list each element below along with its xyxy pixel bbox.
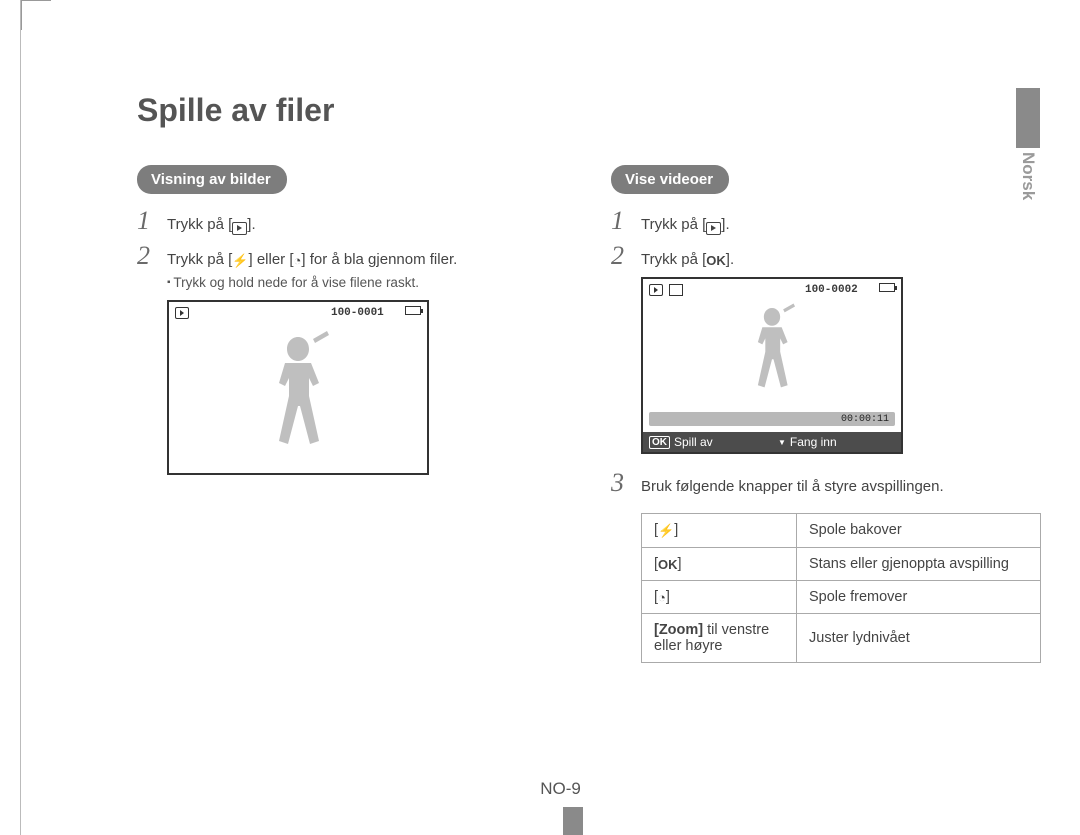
person-silhouette-icon: [253, 329, 343, 469]
table-row: [Zoom] til venstre eller høyre Juster ly…: [642, 613, 1041, 662]
column-videos: Vise videoer 1 Trykk på []. 2 Trykk på […: [611, 165, 1031, 663]
playback-mode-icon: [649, 284, 663, 296]
step-2: 2 Trykk på [⚡] eller [◔] for å bla gjenn…: [137, 241, 557, 272]
video-mode-icon: [669, 284, 683, 296]
cell-pause: Stans eller gjenoppta avspilling: [797, 547, 1041, 580]
cell-volume: Juster lydnivået: [797, 613, 1041, 662]
section-label-images: Visning av bilder: [137, 165, 287, 194]
softkey-capture: ▼Fang inn: [772, 432, 901, 452]
softkey-play: OKSpill av: [643, 432, 772, 452]
file-counter-v: 100-0002: [805, 284, 858, 296]
video-time: 00:00:11: [841, 414, 889, 425]
section-label-videos: Vise videoer: [611, 165, 729, 194]
page-title: Spille av filer: [137, 92, 1040, 129]
column-images: Visning av bilder 1 Trykk på []. 2 Trykk…: [137, 165, 557, 663]
table-row: [⚡] Spole bakover: [642, 513, 1041, 547]
side-accent-block: [1016, 88, 1040, 148]
steps-images: 1 Trykk på []. 2 Trykk på [⚡] eller [◔] …: [137, 206, 557, 271]
down-icon: ▼: [778, 438, 786, 447]
ok-button-icon: OK: [658, 557, 678, 572]
lcd-preview-video: 100-0002 00:00:11 OKSpill av ▼Fang inn: [641, 277, 903, 454]
step-2v: 2 Trykk på [OK].: [611, 241, 1031, 272]
battery-icon: [405, 306, 421, 315]
page-accent-block: [563, 807, 583, 835]
lcd-status-bar-v: 100-0002: [643, 279, 901, 300]
lcd-preview-image: 100-0001: [167, 300, 429, 475]
battery-icon: [879, 283, 895, 292]
step-1v: 1 Trykk på [].: [611, 206, 1031, 237]
step-3-text: Bruk følgende knapper til å styre avspil…: [641, 476, 944, 499]
language-label: Norsk: [1018, 152, 1038, 200]
playback-icon: [232, 222, 247, 235]
lcd-image-area: [169, 323, 427, 473]
flash-icon: ⚡: [232, 251, 248, 271]
flash-icon: ⚡: [658, 523, 674, 539]
video-progress-bar: 00:00:11: [649, 412, 895, 426]
table-row: [OK] Stans eller gjenoppta avspilling: [642, 547, 1041, 580]
step-3v: 3 Bruk følgende knapper til å styre avsp…: [611, 468, 1031, 499]
lcd-video-area: [643, 300, 901, 410]
lcd-status-bar: 100-0001: [169, 302, 427, 323]
manual-page: Norsk Spille av filer Visning av bilder …: [20, 0, 1080, 835]
cell-rewind: Spole bakover: [797, 513, 1041, 547]
controls-table: [⚡] Spole bakover [OK] Stans eller gjeno…: [641, 513, 1041, 663]
lcd-softkeys: OKSpill av ▼Fang inn: [643, 432, 901, 452]
playback-icon: [706, 222, 721, 235]
language-tab: Norsk: [1016, 88, 1040, 200]
cell-forward: Spole fremover: [797, 580, 1041, 613]
step-1: 1 Trykk på [].: [137, 206, 557, 237]
crop-mark-icon: [21, 0, 51, 30]
table-row: [◔] Spole fremover: [642, 580, 1041, 613]
step-2-note: Trykk og hold nede for å vise filene ras…: [167, 275, 557, 290]
playback-mode-icon: [175, 307, 189, 319]
content-columns: Visning av bilder 1 Trykk på []. 2 Trykk…: [137, 165, 1040, 663]
steps-videos: 1 Trykk på []. 2 Trykk på [OK].: [611, 206, 1031, 271]
ok-button-icon: OK: [706, 251, 726, 271]
file-counter: 100-0001: [331, 307, 384, 319]
page-number: NO-9: [21, 779, 1080, 799]
steps-videos-3: 3 Bruk følgende knapper til å styre avsp…: [611, 468, 1031, 499]
person-silhouette-icon: [736, 302, 808, 406]
timer-icon: ◔: [658, 590, 666, 605]
